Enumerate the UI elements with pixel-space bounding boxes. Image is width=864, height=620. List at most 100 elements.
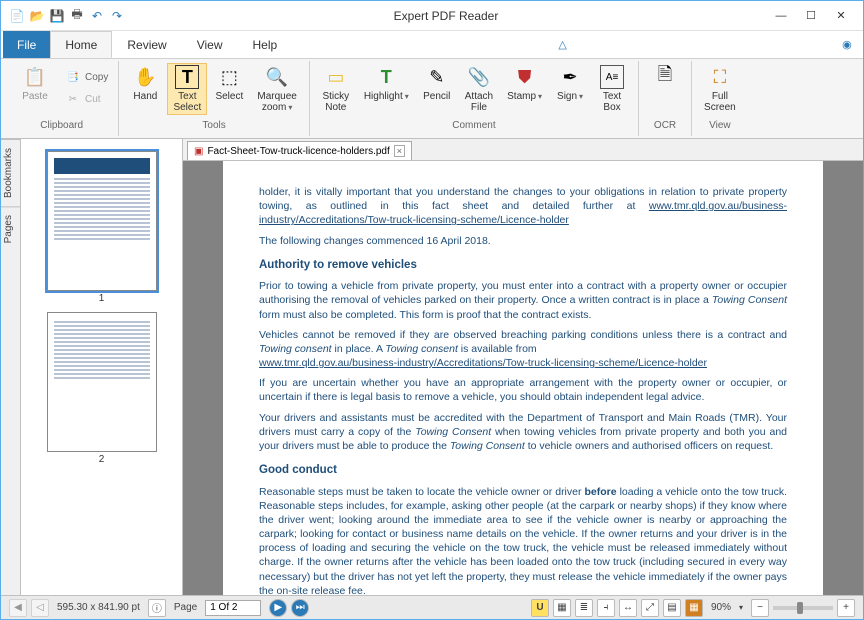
help-icon[interactable]: ◉ [833,31,861,58]
paperclip-icon: 📎 [467,65,491,89]
pencil-tool[interactable]: ✎Pencil [417,63,457,104]
doc-tab[interactable]: ▣ Fact-Sheet-Tow-truck-licence-holders.p… [187,141,412,160]
new-icon[interactable]: 📄 [9,8,25,24]
heading-good-conduct: Good conduct [259,463,787,479]
side-tab-pages[interactable]: Pages [1,206,20,251]
undo-icon[interactable]: ↶ [89,8,105,24]
menubar: File Home Review View Help △ ◉ [1,31,863,59]
open-icon[interactable]: 📂 [29,8,45,24]
window-controls: — ☐ ✕ [767,6,855,26]
sign-icon: ✒ [558,65,582,89]
redo-icon[interactable]: ↷ [109,8,125,24]
close-button[interactable]: ✕ [827,6,855,26]
text-box-tool[interactable]: A≡Text Box [592,63,632,115]
doc-tab-close[interactable]: × [394,145,405,157]
nav-next-icon[interactable]: ▶ [269,599,287,617]
page-dimensions: 595.30 x 841.90 pt [57,602,140,613]
thumb-view-icon[interactable]: ▦ [685,599,703,617]
sticky-note-tool[interactable]: ▭Sticky Note [316,63,356,115]
pdf-icon: ▣ [194,146,203,157]
thumbnail-label-2: 2 [29,454,174,465]
nav-first-icon[interactable]: ◀ [9,599,27,617]
pencil-icon: ✎ [425,65,449,89]
page-number-input[interactable] [205,600,261,616]
zoom-dropdown-icon[interactable]: ▾ [739,603,743,612]
view-mode-3-icon[interactable]: ⫞ [597,599,615,617]
highlight-tool[interactable]: THighlight [358,63,415,104]
sign-tool[interactable]: ✒Sign [550,63,590,104]
zoom-level: 90% [711,602,731,613]
maximize-button[interactable]: ☐ [797,6,825,26]
group-view: ⛶Full Screen View [692,61,748,136]
view-mode-2-icon[interactable]: ≣ [575,599,593,617]
marquee-zoom-tool[interactable]: 🔍Marquee zoom [251,63,302,115]
ocr-icon: 🗎 [653,65,677,89]
doc-tab-bar: ▣ Fact-Sheet-Tow-truck-licence-holders.p… [183,139,863,161]
group-tools: ✋Hand TText Select ⬚Select 🔍Marquee zoom… [119,61,309,136]
heading-authority: Authority to remove vehicles [259,258,787,274]
nav-prev-icon[interactable]: ◁ [31,599,49,617]
group-comment: ▭Sticky Note THighlight ✎Pencil 📎Attach … [310,61,639,136]
side-tab-bookmarks[interactable]: Bookmarks [1,139,20,206]
fit-page-icon[interactable]: ⤢ [641,599,659,617]
paste-button[interactable]: 📋 Paste [15,63,55,104]
thumbnail-page-2[interactable] [47,312,157,452]
cut-icon: ✂ [65,91,81,107]
thumbnail-panel: 1 2 [21,139,183,595]
view-mode-1-icon[interactable]: ▦ [553,599,571,617]
window-title: Expert PDF Reader [125,9,767,23]
side-tabs: Bookmarks Pages [1,139,21,595]
ribbon: 📋 Paste 📑Copy ✂Cut Clipboard ✋Hand TText… [1,59,863,139]
cut-button[interactable]: ✂Cut [61,89,112,109]
sticky-note-icon: ▭ [324,65,348,89]
layout-icon[interactable]: ▤ [663,599,681,617]
text-select-icon: T [175,65,199,89]
paste-icon: 📋 [23,65,47,89]
link-licence-holder-2[interactable]: www.tmr.qld.gov.au/business-industry/Acc… [259,357,707,369]
fit-width-icon[interactable]: ↔ [619,599,637,617]
attach-file-tool[interactable]: 📎Attach File [459,63,499,115]
tab-home[interactable]: Home [50,31,112,58]
quick-access: 📄 📂 💾 🖶 ↶ ↷ [9,8,125,24]
copy-button[interactable]: 📑Copy [61,67,112,87]
thumbnail-page-1[interactable] [47,151,157,291]
info-icon[interactable]: ⓘ [148,599,166,617]
tab-help[interactable]: Help [238,31,293,58]
save-icon[interactable]: 💾 [49,8,65,24]
thumbnail-label-1: 1 [29,293,174,304]
print-icon[interactable]: 🖶 [69,8,85,24]
tab-view[interactable]: View [182,31,238,58]
zoom-icon: 🔍 [265,65,289,89]
group-clipboard: 📋 Paste 📑Copy ✂Cut Clipboard [5,61,119,136]
hand-tool[interactable]: ✋Hand [125,63,165,104]
minimize-ribbon-icon[interactable]: △ [549,31,577,58]
select-tool[interactable]: ⬚Select [209,63,249,104]
copy-icon: 📑 [65,69,81,85]
fullscreen-icon: ⛶ [708,65,732,89]
document-area: Bookmarks Pages 1 2 ▣ Fact-Sheet-Tow-tru… [1,139,863,595]
full-screen-button[interactable]: ⛶Full Screen [698,63,742,115]
statusbar: ◀ ◁ 595.30 x 841.90 pt ⓘ Page ▶ ⏭ U ▦ ≣ … [1,595,863,619]
zoom-slider[interactable] [773,606,833,610]
highlight-icon: T [374,65,398,89]
zoom-out-icon[interactable]: − [751,599,769,617]
file-tab[interactable]: File [3,31,50,58]
nav-last-icon[interactable]: ⏭ [291,599,309,617]
stamp-tool[interactable]: ⛊Stamp [501,63,548,104]
tab-review[interactable]: Review [112,31,181,58]
text-select-tool[interactable]: TText Select [167,63,207,115]
minimize-button[interactable]: — [767,6,795,26]
highlight-toggle-icon[interactable]: U [531,599,549,617]
page-label: Page [174,602,197,613]
main-view: ▣ Fact-Sheet-Tow-truck-licence-holders.p… [183,139,863,595]
doc-scroll[interactable]: holder, it is vitally important that you… [183,161,863,595]
ocr-button[interactable]: 🗎 [645,63,685,104]
hand-icon: ✋ [133,65,157,89]
pdf-page: holder, it is vitally important that you… [223,161,823,595]
textbox-icon: A≡ [600,65,624,89]
doc-tab-label: Fact-Sheet-Tow-truck-licence-holders.pdf [207,146,389,157]
zoom-in-icon[interactable]: + [837,599,855,617]
stamp-icon: ⛊ [513,65,537,89]
titlebar: 📄 📂 💾 🖶 ↶ ↷ Expert PDF Reader — ☐ ✕ [1,1,863,31]
select-icon: ⬚ [217,65,241,89]
